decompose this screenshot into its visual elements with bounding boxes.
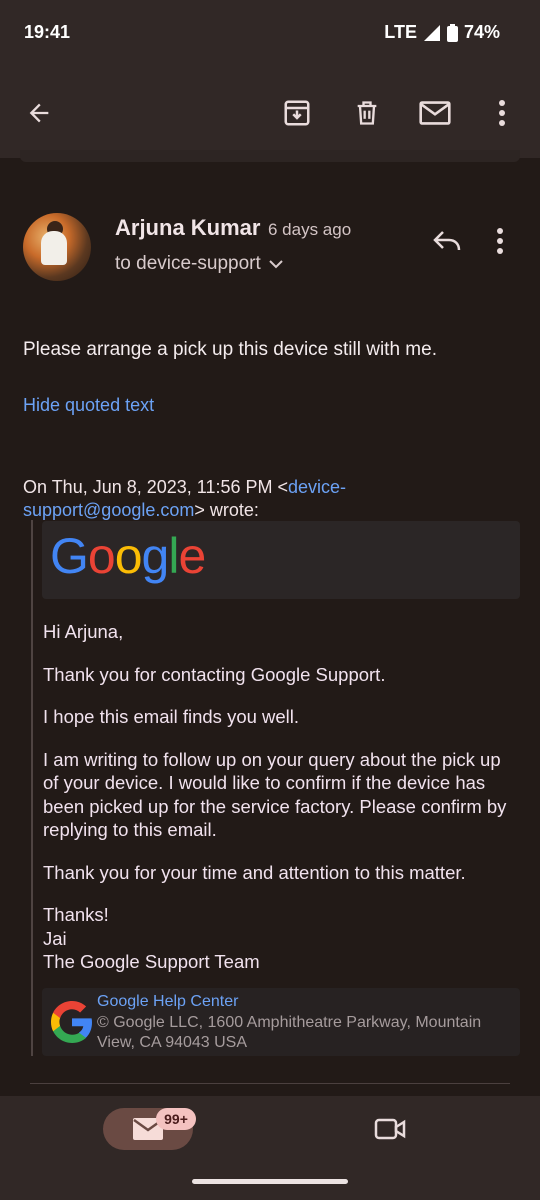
quoted-paragraph: Thank you for your time and attention to…	[43, 861, 466, 883]
status-bar: 19:41 LTE 74%	[0, 0, 540, 64]
archive-icon	[284, 100, 310, 126]
more-vert-icon	[497, 228, 503, 254]
quote-attribution: On Thu, Jun 8, 2023, 11:56 PM <device-su…	[23, 476, 523, 522]
quote-intro-prefix: On Thu, Jun 8, 2023, 11:56 PM <	[23, 477, 289, 497]
more-options-button[interactable]	[485, 96, 519, 130]
videocam-icon	[374, 1118, 406, 1140]
nav-meet-tab[interactable]	[374, 1116, 408, 1142]
back-button[interactable]	[22, 96, 56, 130]
quoted-paragraph: Thank you for contacting Google Support.	[43, 663, 386, 685]
quoted-signoff: Thanks! Jai The Google Support Team	[43, 903, 513, 974]
signoff-line: Thanks!	[43, 904, 109, 925]
quote-intro-suffix: > wrote:	[194, 500, 259, 520]
recipient-details-toggle[interactable]: to device-support	[115, 253, 283, 275]
quoted-paragraph: I am writing to follow up on your query …	[43, 748, 507, 841]
google-header-banner: Google	[42, 521, 520, 599]
signoff-line: The Google Support Team	[43, 951, 260, 972]
sent-time: 6 days ago	[268, 220, 352, 239]
google-logo: Google	[50, 528, 206, 584]
chevron-down-icon	[269, 260, 283, 269]
quoted-paragraph: I hope this email finds you well.	[43, 706, 300, 727]
network-label: LTE	[384, 22, 417, 42]
google-g-icon	[51, 1001, 92, 1043]
thread-divider	[30, 1083, 510, 1084]
message-more-button[interactable]	[496, 228, 520, 256]
bottom-navigation: 99+	[0, 1096, 540, 1200]
unread-count-badge: 99+	[156, 1108, 196, 1130]
arrow-back-icon	[29, 103, 49, 123]
mark-unread-button[interactable]	[418, 96, 452, 130]
quoted-message-body: Hi Arjuna, Thank you for contacting Goog…	[43, 620, 513, 974]
battery-icon	[446, 23, 458, 42]
mail-icon	[419, 101, 451, 125]
status-time: 19:41	[24, 22, 71, 42]
reply-icon	[433, 231, 461, 251]
reply-button[interactable]	[432, 228, 466, 256]
signoff-line: Jai	[43, 927, 67, 949]
sender-name[interactable]: Arjuna Kumar	[115, 215, 260, 241]
top-toolbar	[0, 64, 540, 158]
hide-quoted-text-link[interactable]: Hide quoted text	[23, 395, 154, 416]
google-address: © Google LLC, 1600 Amphitheatre Parkway,…	[97, 1014, 482, 1051]
status-indicators: LTE 74%	[384, 22, 500, 43]
delete-button[interactable]	[350, 96, 384, 130]
delete-icon	[357, 101, 377, 125]
signal-icon	[423, 24, 440, 41]
recipient-label: to device-support	[115, 253, 261, 274]
help-center-link[interactable]: Google Help Center	[97, 993, 238, 1011]
google-footer-card: Google Help Center © Google LLC, 1600 Am…	[42, 988, 520, 1056]
sender-avatar[interactable]	[23, 213, 91, 281]
battery-percent: 74%	[463, 22, 500, 42]
home-indicator[interactable]	[192, 1179, 348, 1184]
quoted-greeting: Hi Arjuna,	[43, 621, 124, 642]
previous-message-edge	[20, 150, 520, 162]
message-body: Please arrange a pick up this device sti…	[23, 339, 437, 360]
more-vert-icon	[499, 100, 505, 126]
archive-button[interactable]	[280, 96, 314, 130]
quote-bar	[31, 520, 33, 1056]
